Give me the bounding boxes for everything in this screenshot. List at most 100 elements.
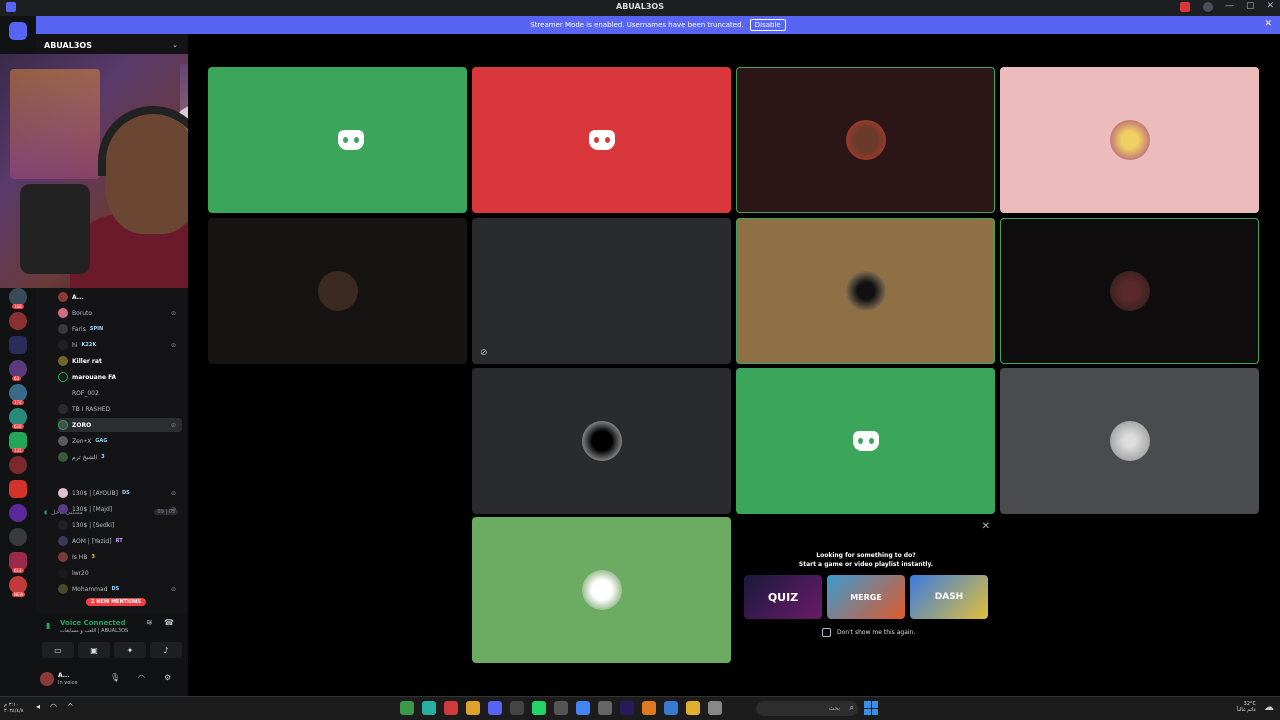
voice-member[interactable]: marouane FA [58,370,182,384]
server-icon[interactable]: 63 [9,360,27,381]
dash-activity[interactable]: DASH [910,575,988,619]
wifi-icon[interactable]: ◠ [50,702,57,711]
voice-member[interactable]: TB I RASHED [58,402,182,416]
voice-member[interactable]: Boruto ⊘ [58,306,182,320]
whatsapp-icon[interactable] [532,701,546,715]
dont-show-label: Don't show me this again. [837,629,916,636]
app-icon[interactable] [554,701,568,715]
signal-icon[interactable]: ▮ [46,621,50,630]
voice-member[interactable]: Is HB 3 [58,550,182,564]
voice-member[interactable]: Zen•X GAG [58,434,182,448]
mic-icon[interactable]: 🎙 [110,673,120,682]
server-icon[interactable] [9,336,27,354]
dont-show-again-checkbox[interactable]: Don't show me this again. [822,628,915,637]
chevron-up-icon[interactable]: ^ [67,702,74,711]
chevron-down-icon[interactable]: ⌄ [172,41,178,49]
participant-tile[interactable] [472,368,731,514]
screen-share-button[interactable]: ▣ [78,642,110,658]
chrome-icon[interactable] [576,701,590,715]
server-icon[interactable] [9,504,27,522]
help-icon[interactable] [1203,2,1213,12]
disable-streamer-mode-button[interactable]: Disable [749,19,786,31]
participant-tile[interactable] [208,67,467,213]
activity-suggestion-panel: ✕ Looking for something to do? Start a g… [736,517,996,663]
participant-tile[interactable] [736,368,995,514]
server-icon[interactable] [9,480,27,498]
voice-member[interactable]: 130$ | [Sedki] [58,518,182,532]
voice-member[interactable]: hi K22K ⊘ [58,338,182,352]
server-icon[interactable]: 174 [9,384,27,405]
minimize-button[interactable]: — [1225,1,1234,11]
voice-member[interactable]: AOM | [Yazid] RT [58,534,182,548]
avatar[interactable] [40,672,54,686]
disconnect-icon[interactable]: ☎ [164,618,174,627]
speaker-icon[interactable]: ◂ [36,702,40,711]
voice-member[interactable]: Mohammad DS ⊘ [58,582,182,596]
voice-member[interactable]: Killer rat [58,354,182,368]
app-icon[interactable] [664,701,678,715]
close-window-button[interactable]: ✕ [1266,1,1274,11]
close-icon[interactable]: ✕ [982,521,990,532]
app-icon[interactable] [422,701,436,715]
soundboard-button[interactable]: ♪ [150,642,182,658]
voice-connected-channel[interactable]: اللعب و مسابقات | ABUAL3OS [60,628,128,634]
server-icon[interactable] [9,456,27,474]
server-icon[interactable]: 131 [9,432,27,453]
noise-suppression-icon[interactable]: ≋ [146,618,153,627]
weather-widget[interactable]: 32°C غائم غالباً [1237,701,1256,713]
chrome-icon[interactable] [400,701,414,715]
banner-close-icon[interactable]: ✕ [1264,19,1272,29]
app-icon[interactable] [598,701,612,715]
participant-tile[interactable] [472,517,731,663]
avatar [1109,120,1150,160]
voice-member[interactable]: ZORO ⊘ [58,418,182,432]
quiz-planet-activity[interactable]: QUIZ [744,575,822,619]
maximize-button[interactable]: ▢ [1246,1,1255,11]
user-status: In voice [58,680,78,686]
new-mentions-badge[interactable]: 2 NEW MENTIONS [86,598,146,606]
folder-icon[interactable] [686,701,700,715]
app-icon[interactable] [708,701,722,715]
headphones-icon[interactable]: ◠ [138,673,145,682]
participant-tile[interactable] [472,67,731,213]
participant-tile[interactable] [1000,218,1259,364]
server-icon[interactable]: 614 [9,552,27,573]
discord-icon[interactable] [488,701,502,715]
participant-tile[interactable] [1000,67,1259,213]
home-dm-icon[interactable] [9,22,27,40]
taskbar-clock[interactable]: ٣:١٠ م ٢٠٢٤/٤/٨ [4,702,23,714]
server-icon[interactable]: NEW [9,576,27,597]
participant-tile[interactable]: ⊘ [472,218,731,364]
server-icon[interactable] [9,528,27,546]
avatar [58,488,68,498]
participant-tile[interactable] [736,67,995,213]
chrome-icon[interactable] [466,701,480,715]
windows-start-icon[interactable] [864,701,878,715]
participant-tile[interactable] [208,218,467,364]
voice-member[interactable]: 130$ | [AYOUB] DS ⊘ [58,486,182,500]
voice-member[interactable]: Faris SPIN [58,322,182,336]
participant-tile[interactable] [1000,368,1259,514]
voice-member[interactable]: الشيخ ترم 3 [58,450,182,464]
voice-connected-title[interactable]: Voice Connected [60,619,126,627]
app-icon[interactable] [444,701,458,715]
merge-activity[interactable]: MERGE [827,575,905,619]
voice-member[interactable]: A... [58,290,182,304]
muted-icon: ⊘ [170,585,176,593]
camera-button[interactable]: ▭ [42,642,74,658]
inbox-icon[interactable] [1180,2,1190,12]
voice-member[interactable]: 130$ | [Majd] ⊘ [58,502,182,516]
server-icon[interactable] [9,312,27,330]
gear-icon[interactable]: ⚙ [164,673,171,682]
taskbar-search[interactable]: بحث ⌕ [756,701,858,716]
server-icon[interactable]: 628 [9,408,27,429]
checkbox[interactable] [822,628,831,637]
voice-member[interactable]: ROF_002 [58,386,182,400]
app-icon[interactable] [510,701,524,715]
premiere-icon[interactable] [620,701,634,715]
app-icon[interactable] [642,701,656,715]
activities-button[interactable]: ✦ [114,642,146,658]
participant-tile[interactable] [736,218,995,364]
server-icon[interactable]: 168 [9,288,27,309]
voice-member[interactable]: lwr20 [58,566,182,580]
